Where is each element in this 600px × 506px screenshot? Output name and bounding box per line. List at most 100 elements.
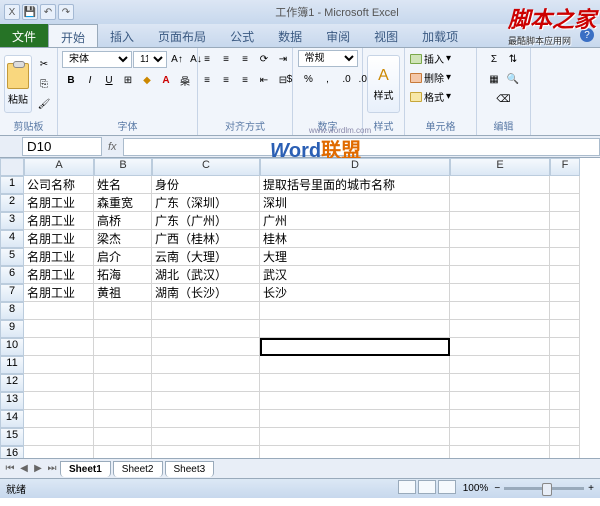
phonetic-button[interactable]: 喿 <box>176 71 194 89</box>
cell[interactable] <box>450 194 550 212</box>
row-header[interactable]: 8 <box>0 302 24 320</box>
cell[interactable] <box>550 356 580 374</box>
tab-view[interactable]: 视图 <box>362 24 410 47</box>
cell[interactable]: 拓海 <box>94 266 152 284</box>
cell[interactable] <box>152 446 260 458</box>
row-header[interactable]: 16 <box>0 446 24 458</box>
col-header[interactable]: C <box>152 158 260 176</box>
row-header[interactable]: 13 <box>0 392 24 410</box>
col-header[interactable]: D <box>260 158 450 176</box>
tab-data[interactable]: 数据 <box>266 24 314 47</box>
zoom-slider[interactable] <box>504 487 584 490</box>
bold-button[interactable]: B <box>62 71 80 89</box>
cell[interactable] <box>152 338 260 356</box>
cell[interactable] <box>24 338 94 356</box>
formula-input[interactable] <box>123 138 600 156</box>
align-top-icon[interactable]: ≡ <box>198 50 216 68</box>
cell[interactable] <box>550 194 580 212</box>
cell[interactable] <box>24 428 94 446</box>
cell[interactable] <box>550 338 580 356</box>
tab-layout[interactable]: 页面布局 <box>146 24 218 47</box>
cell[interactable] <box>450 212 550 230</box>
fill-icon[interactable]: ▦ <box>485 70 503 88</box>
cell[interactable] <box>550 266 580 284</box>
view-buttons[interactable] <box>397 480 457 497</box>
cell[interactable] <box>24 302 94 320</box>
zoom-out-icon[interactable]: − <box>494 483 500 494</box>
cell[interactable] <box>94 320 152 338</box>
orientation-icon[interactable]: ⟳ <box>255 50 273 68</box>
cell[interactable]: 广东（深圳） <box>152 194 260 212</box>
cell[interactable] <box>450 176 550 194</box>
cell[interactable]: 广东（广州） <box>152 212 260 230</box>
tab-insert[interactable]: 插入 <box>98 24 146 47</box>
cell[interactable] <box>94 338 152 356</box>
fill-color-button[interactable]: ◆ <box>138 71 156 89</box>
align-bottom-icon[interactable]: ≡ <box>236 50 254 68</box>
format-cells-button[interactable]: 格式 ▾ <box>409 88 452 105</box>
cell[interactable] <box>450 284 550 302</box>
cell[interactable] <box>450 410 550 428</box>
sort-icon[interactable]: ⇅ <box>504 50 522 68</box>
cell[interactable] <box>550 212 580 230</box>
cell[interactable]: 提取括号里面的城市名称 <box>260 176 450 194</box>
cell[interactable] <box>550 446 580 458</box>
cell[interactable] <box>550 302 580 320</box>
font-size-select[interactable]: 11 <box>133 51 167 68</box>
border-button[interactable]: ⊞ <box>119 71 137 89</box>
undo-icon[interactable]: ↶ <box>40 4 56 20</box>
cell[interactable]: 深圳 <box>260 194 450 212</box>
cell[interactable] <box>260 428 450 446</box>
cell[interactable]: 湖南（长沙） <box>152 284 260 302</box>
cell[interactable] <box>152 374 260 392</box>
cell[interactable] <box>260 320 450 338</box>
align-middle-icon[interactable]: ≡ <box>217 50 235 68</box>
row-header[interactable]: 1 <box>0 176 24 194</box>
cell[interactable] <box>450 446 550 458</box>
cell[interactable]: 名朋工业 <box>24 248 94 266</box>
cell[interactable] <box>450 338 550 356</box>
cell[interactable] <box>450 302 550 320</box>
cell[interactable] <box>450 428 550 446</box>
cell[interactable]: 湖北（武汉） <box>152 266 260 284</box>
align-center-icon[interactable]: ≡ <box>217 71 235 89</box>
cell[interactable] <box>450 392 550 410</box>
cell[interactable] <box>24 446 94 458</box>
cell[interactable]: 公司名称 <box>24 176 94 194</box>
cell[interactable] <box>24 374 94 392</box>
cell[interactable]: 名朋工业 <box>24 284 94 302</box>
italic-button[interactable]: I <box>81 71 99 89</box>
cell[interactable]: 广西（桂林） <box>152 230 260 248</box>
cell[interactable]: 启介 <box>94 248 152 266</box>
sheet-tab[interactable]: Sheet2 <box>113 461 163 477</box>
cell[interactable] <box>152 392 260 410</box>
row-header[interactable]: 6 <box>0 266 24 284</box>
cell[interactable] <box>450 248 550 266</box>
cell[interactable] <box>94 410 152 428</box>
underline-button[interactable]: U <box>100 71 118 89</box>
cell[interactable]: 长沙 <box>260 284 450 302</box>
cell[interactable]: 身份 <box>152 176 260 194</box>
zoom-level[interactable]: 100% <box>463 483 489 494</box>
cell[interactable]: 广州 <box>260 212 450 230</box>
row-header[interactable]: 14 <box>0 410 24 428</box>
cell[interactable] <box>260 302 450 320</box>
tab-review[interactable]: 审阅 <box>314 24 362 47</box>
cell[interactable] <box>260 446 450 458</box>
cell[interactable] <box>24 320 94 338</box>
cell[interactable] <box>94 302 152 320</box>
row-header[interactable]: 12 <box>0 374 24 392</box>
cell[interactable] <box>94 356 152 374</box>
cell[interactable] <box>152 356 260 374</box>
wrap-text-icon[interactable]: ⇥ <box>274 50 292 68</box>
cell[interactable] <box>260 410 450 428</box>
cell[interactable]: 桂林 <box>260 230 450 248</box>
autosum-icon[interactable]: Σ <box>485 50 503 68</box>
row-header[interactable]: 5 <box>0 248 24 266</box>
cell[interactable]: 名朋工业 <box>24 266 94 284</box>
cell[interactable]: 高桥 <box>94 212 152 230</box>
cell[interactable]: 黄祖 <box>94 284 152 302</box>
cell[interactable] <box>550 392 580 410</box>
sheet-nav-next-icon[interactable]: ▶ <box>32 463 44 474</box>
select-all-corner[interactable] <box>0 158 24 176</box>
